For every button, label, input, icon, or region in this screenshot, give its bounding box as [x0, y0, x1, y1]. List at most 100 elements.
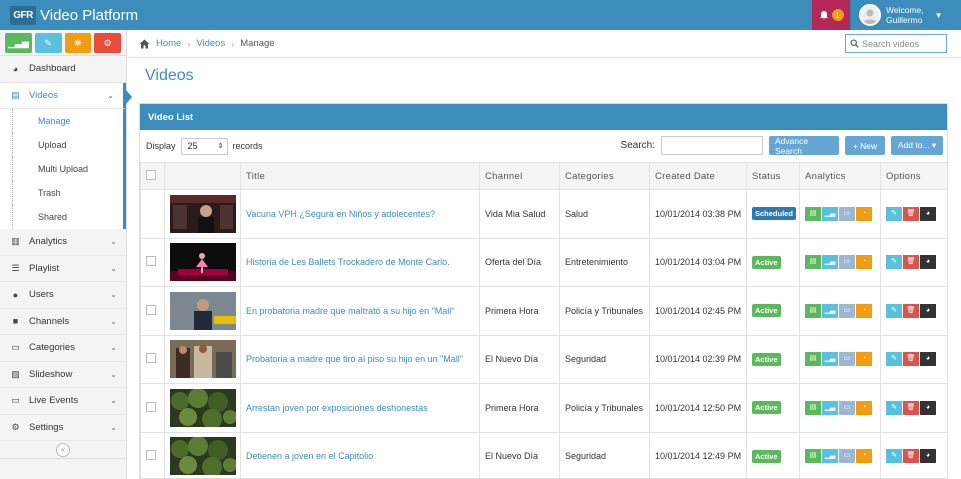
clock-icon[interactable]: ◔ — [856, 352, 872, 367]
logo[interactable]: GFR Video Platform — [0, 0, 812, 30]
trash-icon[interactable]: 🗑 — [903, 400, 919, 415]
clock-icon[interactable]: ◔ — [856, 303, 872, 318]
add-to-button[interactable]: Add to... ▾ — [891, 136, 943, 155]
edit-icon[interactable]: ✎ — [886, 352, 902, 367]
clock-icon[interactable]: ◔ — [856, 400, 872, 415]
embed-icon[interactable]: ▭ — [839, 400, 855, 415]
video-title-link[interactable]: En probatoria madre que maltrató a su hi… — [246, 306, 455, 316]
edit-icon[interactable]: ✎ — [886, 449, 902, 464]
column-options: Options — [880, 162, 948, 190]
edit-icon[interactable]: ✎ — [886, 255, 902, 270]
stats-icon[interactable]: ▤ — [805, 206, 821, 221]
row-checkbox[interactable] — [146, 256, 156, 267]
sidebar-item-videos[interactable]: ▤ Videos ⌄ — [0, 82, 132, 109]
column-channel[interactable]: Channel — [479, 162, 560, 190]
bar-chart-icon[interactable]: ▁▃ — [822, 352, 838, 367]
row-checkbox[interactable] — [146, 401, 156, 412]
column-status[interactable]: Status — [746, 162, 800, 190]
column-categories[interactable]: Categories — [559, 162, 650, 190]
edit-icon[interactable]: ✎ — [886, 206, 902, 221]
sidebar-item-channels[interactable]: ■ Channels ⌄ — [0, 309, 126, 335]
edit-icon[interactable]: ✎ — [886, 400, 902, 415]
embed-icon[interactable]: ▭ — [839, 206, 855, 221]
sidebar-item-live-events[interactable]: ▭ Live Events ⌄ — [0, 388, 126, 415]
globe-icon[interactable]: ◕ — [920, 449, 936, 464]
stats-icon[interactable]: ▤ — [805, 303, 821, 318]
quick-paw-button[interactable]: ❋ — [64, 33, 92, 53]
video-title-link[interactable]: Arrestan joven por exposiciones deshones… — [246, 403, 428, 413]
user-menu[interactable]: Welcome, Guillermo ▼ — [850, 0, 961, 30]
submenu-item-upload[interactable]: Upload — [12, 133, 123, 157]
video-title-link[interactable]: Vacuna VPH ¿Segura en Niños y adolecente… — [246, 209, 435, 219]
video-thumbnail[interactable] — [170, 437, 236, 476]
row-checkbox[interactable] — [146, 450, 156, 461]
column-created-date[interactable]: Created Date — [649, 162, 747, 190]
bar-chart-icon[interactable]: ▁▃ — [822, 400, 838, 415]
stats-icon[interactable]: ▤ — [805, 449, 821, 464]
sidebar-item-playlist[interactable]: ☰ Playlist ⌄ — [0, 256, 126, 282]
trash-icon[interactable]: 🗑 — [903, 303, 919, 318]
double-chevron-left-icon[interactable]: « — [56, 442, 70, 457]
video-title-link[interactable]: Probatoria a madre que tiró al piso su h… — [246, 354, 463, 364]
advance-search-button[interactable]: Advance Search — [769, 136, 839, 156]
notifications-button[interactable]: 1 — [812, 0, 850, 30]
bar-chart-icon[interactable]: ▁▃ — [822, 303, 838, 318]
sidebar-item-settings[interactable]: ⚙ Settings ⌄ — [0, 415, 126, 441]
video-thumbnail[interactable] — [170, 291, 236, 330]
quick-analytics-button[interactable]: ▁▃▅ — [5, 33, 32, 53]
table-search-input[interactable] — [661, 136, 763, 155]
globe-icon[interactable]: ◕ — [920, 255, 936, 270]
records-select[interactable]: 25 ⇕ — [180, 137, 228, 155]
globe-icon[interactable]: ◕ — [920, 400, 936, 415]
column-title[interactable]: Title — [240, 162, 480, 190]
new-button[interactable]: + New — [845, 136, 885, 155]
sidebar-item-analytics[interactable]: ▥ Analytics ⌄ — [0, 229, 126, 256]
stats-icon[interactable]: ▤ — [805, 400, 821, 415]
bar-chart-icon[interactable]: ▁▃ — [822, 206, 838, 221]
sidebar-item-categories[interactable]: ▭ Categories ⌄ — [0, 335, 126, 362]
sidebar-item-users[interactable]: ● Users ⌄ — [0, 282, 126, 309]
select-all-checkbox[interactable] — [146, 169, 156, 180]
bar-chart-icon[interactable]: ▁▃ — [822, 255, 838, 270]
breadcrumb-home[interactable]: Home — [156, 38, 181, 49]
clock-icon[interactable]: ◔ — [856, 255, 872, 270]
video-thumbnail[interactable] — [170, 340, 236, 379]
chevron-down-icon: ⌄ — [110, 396, 117, 406]
header-search-input[interactable]: Search videos — [845, 34, 947, 53]
embed-icon[interactable]: ▭ — [839, 255, 855, 270]
column-select-all[interactable] — [140, 162, 165, 190]
embed-icon[interactable]: ▭ — [839, 352, 855, 367]
submenu-item-trash[interactable]: Trash — [12, 181, 123, 205]
submenu-item-multi-upload[interactable]: Multi Upload — [12, 157, 123, 181]
row-checkbox[interactable] — [146, 353, 156, 364]
quick-settings-button[interactable]: ⚙ — [94, 33, 121, 53]
video-thumbnail[interactable] — [170, 243, 236, 282]
video-thumbnail[interactable] — [170, 388, 236, 427]
breadcrumb-videos[interactable]: Videos — [196, 38, 225, 49]
clock-icon[interactable]: ◔ — [856, 449, 872, 464]
embed-icon[interactable]: ▭ — [839, 303, 855, 318]
row-checkbox[interactable] — [146, 304, 156, 315]
home-icon[interactable] — [139, 39, 150, 49]
trash-icon[interactable]: 🗑 — [903, 206, 919, 221]
sidebar-item-dashboard[interactable]: ◕ Dashboard — [0, 56, 126, 83]
trash-icon[interactable]: 🗑 — [903, 449, 919, 464]
trash-icon[interactable]: 🗑 — [903, 255, 919, 270]
sidebar-item-slideshow[interactable]: ▨ Slideshow ⌄ — [0, 362, 126, 388]
clock-icon[interactable]: ◔ — [856, 206, 872, 221]
embed-icon[interactable]: ▭ — [839, 449, 855, 464]
submenu-item-shared[interactable]: Shared — [12, 205, 123, 229]
submenu-item-manage[interactable]: Manage — [12, 109, 123, 133]
quick-edit-button[interactable]: ✎ — [34, 33, 62, 53]
bar-chart-icon[interactable]: ▁▃ — [822, 449, 838, 464]
globe-icon[interactable]: ◕ — [920, 352, 936, 367]
video-thumbnail[interactable] — [170, 194, 236, 233]
trash-icon[interactable]: 🗑 — [903, 352, 919, 367]
video-title-link[interactable]: Detienen a joven en el Capitolio — [246, 451, 373, 461]
edit-icon[interactable]: ✎ — [886, 303, 902, 318]
stats-icon[interactable]: ▤ — [805, 255, 821, 270]
globe-icon[interactable]: ◕ — [920, 206, 936, 221]
video-title-link[interactable]: Historia de Les Ballets Trockadero de Mo… — [246, 257, 450, 267]
stats-icon[interactable]: ▤ — [805, 352, 821, 367]
globe-icon[interactable]: ◕ — [920, 303, 936, 318]
